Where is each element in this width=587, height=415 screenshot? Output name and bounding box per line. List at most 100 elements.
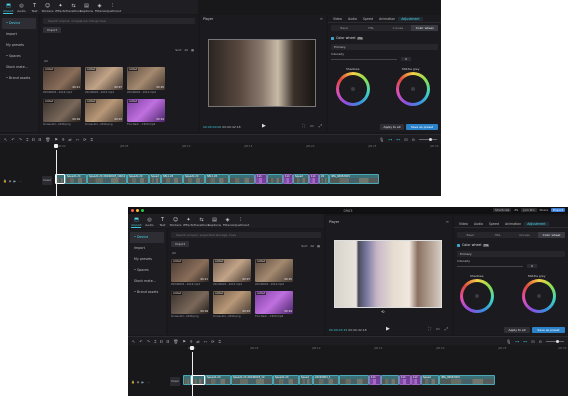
tab-adjustment[interactable]: Adjustment	[398, 16, 423, 21]
link-icon[interactable]: ⊶	[515, 339, 519, 344]
timeline-clip[interactable]: 20240603_1	[313, 375, 339, 385]
subtab-curves[interactable]: Curves	[511, 232, 538, 238]
toolbar-text[interactable]: T Text	[28, 3, 41, 14]
nav-my-presets[interactable]: My presets	[2, 40, 36, 51]
tab-adjustment[interactable]: Adjustment	[524, 221, 549, 226]
eye-icon[interactable]: ◉	[137, 380, 140, 384]
marker-icon[interactable]: ⚑	[54, 137, 58, 142]
subtab-hsl[interactable]: HSL	[358, 25, 385, 31]
reverse-icon[interactable]: ⇄	[196, 339, 199, 344]
sort-button[interactable]: Sort	[301, 244, 307, 248]
nav-import[interactable]: Import	[130, 243, 164, 254]
zoom-out-icon[interactable]: ⊖	[539, 339, 542, 344]
timeline-clip[interactable]: 1x1	[283, 174, 293, 184]
media-thumb[interactable]: Added 00:09	[171, 291, 209, 314]
toolbar-adjustment[interactable]: ⫶ Adjustment	[232, 217, 249, 228]
nav-spaces[interactable]: • Spaces	[2, 51, 36, 62]
subtab-basic[interactable]: Basic	[457, 232, 484, 238]
color-wheel-checkbox[interactable]	[331, 36, 334, 40]
split-left-icon[interactable]: ⌷	[160, 339, 162, 344]
nav-my-presets[interactable]: My presets	[130, 254, 164, 265]
media-thumb[interactable]: Added 00:21	[43, 67, 81, 90]
playhead[interactable]	[56, 150, 57, 196]
crop-icon[interactable]: ⌗	[90, 137, 92, 142]
tab-audio[interactable]: Audio	[345, 17, 360, 21]
timeline-clip[interactable]	[381, 375, 399, 385]
redo-icon[interactable]: ↷	[147, 339, 150, 344]
undo-icon[interactable]: ↶	[11, 137, 14, 142]
ratio-icon[interactable]: ▭	[310, 123, 314, 128]
media-thumb[interactable]: Added 00:09	[43, 99, 81, 122]
nav-brand-assets[interactable]: • Brand assets	[130, 287, 164, 298]
wheel-handle[interactable]	[537, 294, 541, 298]
media-search-input[interactable]: Search project, supported storage, lines	[171, 232, 321, 238]
player-menu-icon[interactable]: ≡	[320, 16, 323, 21]
fullscreen-crop-icon[interactable]: ⛶	[428, 326, 431, 331]
tab-speed[interactable]: Speed	[486, 222, 502, 226]
intensity-slider[interactable]: 0	[457, 264, 565, 268]
media-thumb[interactable]: Added 00:07	[85, 67, 123, 90]
intensity-value[interactable]: 0	[401, 57, 411, 61]
media-thumb[interactable]: Added 00:03	[85, 99, 123, 122]
expand-icon[interactable]: ⤢	[319, 123, 322, 128]
tab-animation[interactable]: Animation	[502, 222, 524, 226]
timeline-clip[interactable]	[191, 375, 205, 385]
apply-to-all-button[interactable]: Apply to all	[380, 124, 404, 130]
rotate-handle-icon[interactable]: ⟲	[381, 309, 384, 314]
wheel-handle[interactable]	[475, 294, 479, 298]
nav-brand-assets[interactable]: • Brand assets	[2, 73, 36, 84]
delete-icon[interactable]: 🗑	[173, 339, 178, 344]
zoom-slider[interactable]	[546, 339, 564, 343]
timeline-clip[interactable]	[267, 174, 283, 184]
subtab-basic[interactable]: Basic	[331, 25, 358, 31]
timeline-clip[interactable]: Speed	[149, 174, 161, 184]
subtab-hsl[interactable]: HSL	[484, 232, 511, 238]
rotate-icon[interactable]: ⟳	[83, 137, 86, 142]
intensity-value[interactable]: 0	[527, 264, 537, 268]
timeline-clip[interactable]: 1x1	[309, 174, 319, 184]
media-thumb[interactable]: Added 00:04	[127, 99, 165, 122]
lock-icon[interactable]: 🔒	[3, 179, 7, 183]
user-avatar[interactable]: ZS	[514, 208, 518, 212]
reverse-icon[interactable]: ⇄	[68, 137, 71, 142]
zoom-out-icon[interactable]: ⊖	[412, 137, 415, 142]
toolbar-captions[interactable]: ▤ Captions	[80, 3, 93, 14]
more-icon[interactable]: ⋯	[19, 179, 22, 183]
redo-icon[interactable]: ↷	[19, 137, 22, 142]
split-icon[interactable]: ⌶	[26, 137, 28, 142]
subtab-curves[interactable]: Curves	[385, 25, 412, 31]
timeline-clip[interactable]: 1x1	[255, 174, 267, 184]
cover-button[interactable]: Cover	[170, 377, 180, 386]
save-as-preset-button[interactable]: Save as preset	[532, 327, 565, 333]
undo-icon[interactable]: ↶	[139, 339, 142, 344]
color-wheel-checkbox[interactable]	[457, 243, 460, 247]
join-pro-button[interactable]: Join Pro	[521, 208, 537, 212]
delete-icon[interactable]: 🗑	[45, 137, 50, 142]
timeline-clip[interactable]: Speed1.2X	[127, 174, 149, 184]
timeline-clip[interactable]: IMG_0068.MOV	[439, 375, 495, 385]
share-button[interactable]: Share	[540, 208, 549, 212]
media-search-input[interactable]: Search import, uniqueLink, things tree	[43, 18, 195, 24]
select-icon[interactable]: ↖	[132, 339, 135, 344]
preview-axis-icon[interactable]: ⊟	[531, 339, 534, 344]
toolbar-transitions[interactable]: ⇆ Transitions	[193, 217, 209, 228]
media-thumb[interactable]: Added 00:07	[213, 259, 251, 282]
nav-import[interactable]: Import	[2, 29, 36, 40]
timeline-clip[interactable]: 1x1	[411, 375, 421, 385]
link-icon[interactable]: ⊶	[388, 137, 392, 142]
timeline-clip[interactable]: Speed1.2X 20240603_10	[231, 375, 273, 385]
timeline-clip[interactable]: Speed	[293, 174, 309, 184]
playhead-handle[interactable]	[190, 346, 194, 350]
toolbar-stickers[interactable]: ☺ Stickers	[41, 3, 54, 14]
play-icon[interactable]: ▶	[386, 326, 390, 332]
fullscreen-crop-icon[interactable]: ⛶	[302, 123, 305, 128]
timeline-clip[interactable]	[339, 375, 369, 385]
toolbar-adjustment[interactable]: ⫶ Adjustment	[104, 3, 121, 14]
timeline-clip[interactable]: Speed1.2X	[205, 375, 231, 385]
select-icon[interactable]: ↖	[4, 137, 7, 142]
shortcuts-button[interactable]: Shortcuts	[493, 208, 512, 212]
import-button[interactable]: Import	[171, 241, 189, 247]
timeline-clip[interactable]: Speed1.2X 20240603_10011	[87, 174, 127, 184]
cover-button[interactable]: Cover	[42, 176, 52, 185]
mute-icon[interactable]: 🔈	[13, 179, 17, 183]
